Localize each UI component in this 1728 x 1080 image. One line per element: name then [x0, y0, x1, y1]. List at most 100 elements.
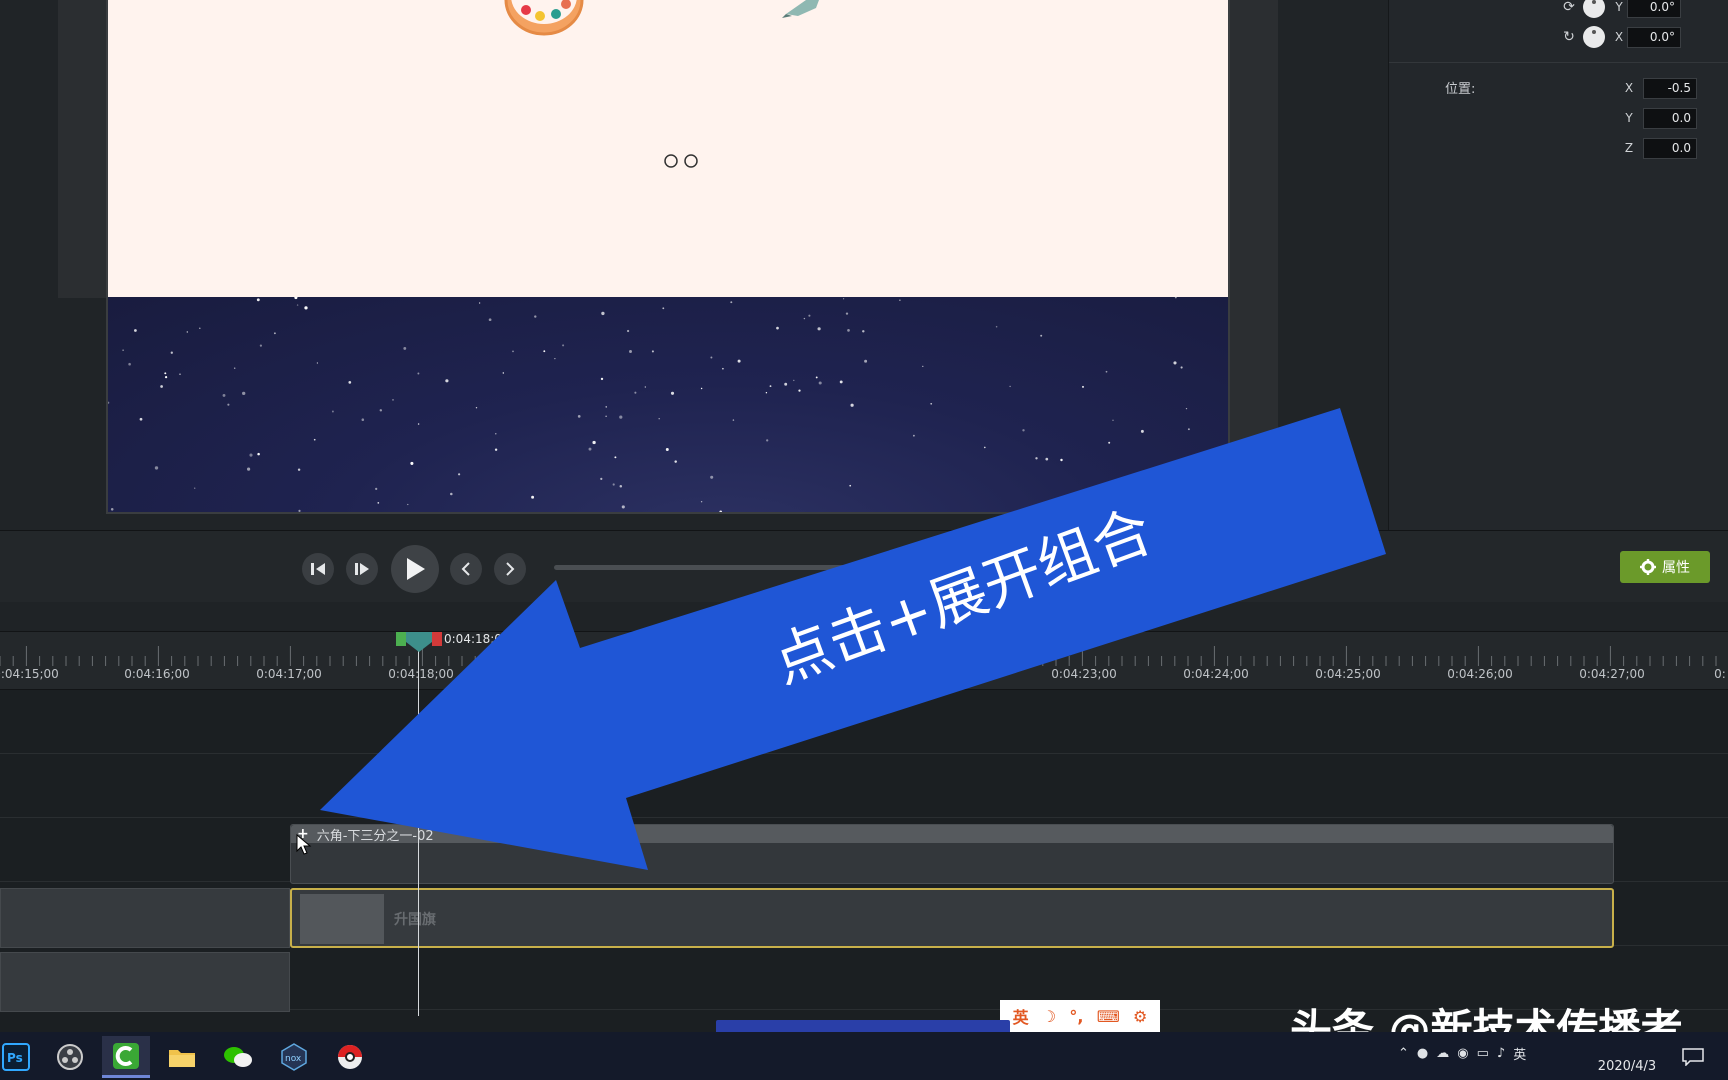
star [644, 386, 646, 388]
tray-overflow-icon[interactable]: ⌃ [1398, 1046, 1409, 1061]
rotation-y-input[interactable] [1627, 0, 1681, 18]
taskbar-app-obs[interactable] [46, 1036, 94, 1078]
canvas-preview[interactable] [106, 0, 1230, 514]
star [1173, 361, 1177, 365]
star [494, 448, 498, 451]
canvas-area [0, 0, 1388, 530]
star [577, 415, 581, 418]
ime-toolbar[interactable]: 英 ☽ °, ⌨ ⚙ [1000, 1000, 1160, 1032]
pokeball-icon [338, 1045, 362, 1069]
previous-marker-button[interactable] [450, 553, 482, 585]
panel-divider [1389, 62, 1728, 63]
step-back-icon [311, 563, 325, 575]
rotation-x-input[interactable] [1627, 26, 1681, 48]
position-x-axis-label: X [1624, 81, 1634, 95]
svg-text:Ps: Ps [7, 1051, 23, 1065]
star [1060, 458, 1063, 462]
star [1174, 297, 1177, 299]
tray-cloud-icon[interactable]: ☁ [1436, 1046, 1449, 1061]
star [619, 485, 623, 488]
rotation-y-knob[interactable] [1583, 0, 1605, 18]
ruler-label: 0:04:25;00 [1315, 667, 1381, 681]
mouse-cursor-icon [296, 834, 312, 855]
star [1035, 457, 1038, 460]
group-clip-header[interactable]: + 六角-下三分之一-02 [291, 825, 1613, 844]
ime-language-toggle[interactable]: 英 [1013, 1004, 1029, 1028]
group-clip[interactable]: + 六角-下三分之一-02 [290, 824, 1614, 884]
properties-button-label: 属性 [1662, 560, 1690, 576]
star [864, 359, 868, 363]
star [629, 350, 632, 353]
star [108, 401, 110, 404]
star [588, 447, 592, 451]
star [233, 367, 236, 369]
tray-app-icon[interactable]: ◉ [1457, 1046, 1468, 1061]
star [274, 332, 276, 335]
star [257, 452, 260, 456]
star [1187, 428, 1190, 431]
ime-keyboard-icon[interactable]: ⌨ [1097, 1007, 1120, 1026]
ruler-label: 0:04:23;00 [1051, 667, 1117, 681]
next-marker-button[interactable] [494, 553, 526, 585]
properties-button[interactable]: 属性 [1620, 551, 1710, 583]
paint-palette-image [504, 0, 584, 36]
media-clip[interactable] [0, 952, 290, 1012]
taskbar-app-camtasia[interactable] [102, 1036, 150, 1078]
position-z-row: Z [1621, 137, 1697, 159]
timeline-track[interactable] [0, 690, 1728, 754]
ruler-label: 0:04:15;00 [0, 667, 59, 681]
taskbar-app-photoshop[interactable]: Ps [0, 1036, 40, 1078]
folder-icon [169, 1050, 195, 1067]
pagination-dots [664, 154, 698, 168]
taskbar-app-pokeball[interactable] [326, 1036, 374, 1078]
star [194, 487, 196, 489]
star [502, 372, 504, 374]
timeline-track[interactable] [0, 754, 1728, 818]
taskbar-app-nox[interactable]: nox [270, 1036, 318, 1078]
ime-punctuation-icon[interactable]: °, [1069, 1007, 1083, 1026]
star [296, 304, 299, 306]
star [601, 311, 605, 316]
selected-media-clip[interactable]: 升国旗 [290, 888, 1614, 948]
playhead-handle[interactable] [396, 630, 442, 652]
step-back-button[interactable] [302, 553, 334, 585]
position-z-input[interactable] [1643, 137, 1697, 159]
position-y-input[interactable] [1643, 107, 1697, 129]
star [612, 483, 615, 486]
star [605, 406, 607, 408]
star [730, 301, 733, 304]
ime-moon-icon[interactable]: ☽ [1042, 1007, 1056, 1026]
tray-qq-icon[interactable]: ● [1417, 1046, 1428, 1061]
tray-volume-icon[interactable]: ♪ [1497, 1046, 1505, 1061]
canvas-margin-right [1230, 0, 1278, 510]
clip-thumbnail [300, 894, 384, 944]
taskbar-clock[interactable]: 2020/4/3 [1592, 1038, 1662, 1076]
tray-network-icon[interactable]: ▭ [1477, 1046, 1489, 1061]
tray-language-indicator[interactable]: 英 [1513, 1044, 1526, 1063]
star [1038, 509, 1041, 512]
star [769, 385, 772, 388]
step-forward-button[interactable] [346, 553, 378, 585]
star [294, 297, 298, 300]
taskbar-app-file-explorer[interactable] [158, 1036, 206, 1078]
clip-label: 升国旗 [394, 912, 436, 928]
star [850, 403, 854, 407]
star [478, 302, 481, 304]
taskbar-app-wechat[interactable] [214, 1036, 262, 1078]
gear-icon [1640, 559, 1656, 575]
position-x-input[interactable] [1643, 77, 1697, 99]
star [808, 314, 811, 317]
star [543, 350, 546, 353]
ime-settings-icon[interactable]: ⚙ [1133, 1007, 1147, 1026]
media-clip[interactable] [0, 888, 290, 948]
notification-icon[interactable] [1682, 1048, 1704, 1066]
star [403, 346, 407, 350]
playhead-line[interactable] [418, 636, 419, 1016]
playback-scrubber[interactable] [554, 565, 894, 570]
play-button[interactable] [391, 545, 439, 593]
star [316, 362, 319, 364]
star [651, 350, 654, 353]
star [297, 468, 301, 471]
rotation-x-knob[interactable] [1583, 26, 1605, 48]
star [798, 389, 801, 392]
